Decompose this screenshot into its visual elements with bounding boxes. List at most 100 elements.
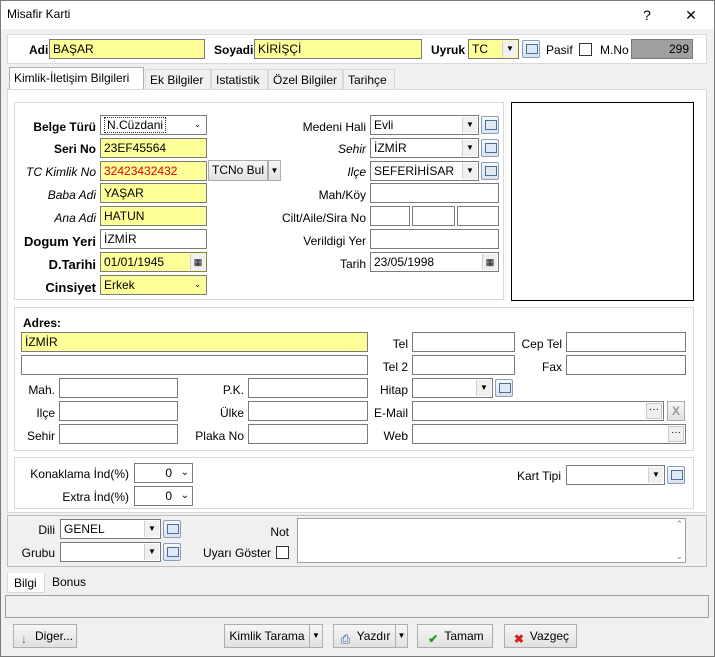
- chevron-down-icon[interactable]: ▼: [502, 41, 517, 57]
- mno-field: 299: [631, 39, 693, 59]
- fax-label: Fax: [541, 360, 562, 374]
- dogum-yeri-input[interactable]: İZMİR: [100, 229, 207, 249]
- adres-label: Adres:: [23, 316, 62, 330]
- chevron-down-icon[interactable]: ⌄: [190, 277, 205, 293]
- tel-input[interactable]: [412, 332, 515, 352]
- uyruk-select[interactable]: TC ▼: [468, 39, 519, 59]
- dili-select[interactable]: GENEL ▼: [60, 519, 161, 539]
- dili-lookup-icon[interactable]: [163, 520, 181, 538]
- tel2-input[interactable]: [412, 355, 515, 375]
- tab-ozel-bilgiler[interactable]: Özel Bilgiler: [268, 69, 343, 89]
- tamam-button[interactable]: ✔ Tamam: [417, 624, 493, 648]
- seri-no-input[interactable]: 23EF45564: [100, 138, 207, 158]
- scroll-down-icon[interactable]: ⌄: [675, 551, 683, 562]
- mah-koy-label: Mah/Köy: [318, 188, 366, 202]
- hitap-label: Hitap: [379, 383, 408, 397]
- yazdir-button[interactable]: ⎙ Yazdır: [333, 624, 396, 648]
- cilt-no-input[interactable]: [370, 206, 410, 226]
- tab-kimlik-iletisim[interactable]: Kimlik-İletişim Bilgileri: [9, 67, 144, 90]
- medeni-hali-lookup-icon[interactable]: [481, 116, 499, 134]
- kart-tipi-select[interactable]: ▼: [566, 465, 665, 485]
- sira-no-input[interactable]: [457, 206, 499, 226]
- tarih-input[interactable]: 23/05/1998 ▦: [370, 252, 499, 272]
- ana-adi-input[interactable]: HATUN: [100, 206, 207, 226]
- verildigi-yer-input[interactable]: [370, 229, 499, 249]
- calendar-icon[interactable]: ▦: [190, 254, 205, 270]
- adres-line2-input[interactable]: [21, 355, 368, 375]
- pk-input[interactable]: [248, 378, 368, 398]
- tab-bonus[interactable]: Bonus: [47, 573, 92, 592]
- soyadi-input[interactable]: KİRİŞÇİ: [254, 39, 422, 59]
- hitap-select[interactable]: ▼: [412, 378, 493, 398]
- cep-tel-input[interactable]: [566, 332, 686, 352]
- ilce-label: Ilçe: [347, 165, 366, 179]
- extra-ind-spinner[interactable]: 0 ⌄: [134, 486, 193, 506]
- chevron-down-icon[interactable]: ▼: [462, 140, 477, 156]
- dtarihi-input[interactable]: 01/01/1945 ▦: [100, 252, 207, 272]
- help-button[interactable]: ?: [637, 5, 657, 25]
- medeni-hali-select[interactable]: Evli ▼: [370, 115, 479, 135]
- belge-turu-select[interactable]: N.Cüzdani ⌄: [100, 115, 207, 135]
- tab-istatistik[interactable]: Istatistik: [211, 69, 268, 89]
- grubu-select[interactable]: ▼: [60, 542, 161, 562]
- ana-adi-label: Ana Adi: [54, 211, 96, 225]
- email-input[interactable]: ···: [412, 401, 664, 421]
- tab-tarihce[interactable]: Tarihçe: [343, 69, 395, 89]
- vazgec-button[interactable]: ✖ Vazgeç: [504, 624, 577, 648]
- grubu-lookup-icon[interactable]: [163, 543, 181, 561]
- chevron-down-icon[interactable]: ▼: [144, 544, 159, 560]
- tab-bilgi[interactable]: Bilgi: [7, 573, 45, 593]
- yazdir-dropdown-icon[interactable]: ▼: [395, 624, 408, 648]
- adi-input[interactable]: BAŞAR: [49, 39, 205, 59]
- kart-tipi-lookup-icon[interactable]: [667, 466, 685, 484]
- chevron-down-icon[interactable]: ⌄: [181, 464, 189, 482]
- plaka-no-input[interactable]: [248, 424, 368, 444]
- uyruk-lookup-icon[interactable]: [522, 40, 540, 58]
- chevron-down-icon[interactable]: ▼: [462, 163, 477, 179]
- chevron-down-icon[interactable]: ▼: [648, 467, 663, 483]
- web-input[interactable]: ···: [412, 424, 686, 444]
- soyadi-label: Soyadi: [214, 43, 254, 57]
- chevron-down-icon[interactable]: ▼: [462, 117, 477, 133]
- mah-koy-input[interactable]: [370, 183, 499, 203]
- ellipsis-icon[interactable]: ···: [668, 426, 684, 442]
- chevron-down-icon[interactable]: ⌄: [181, 487, 189, 505]
- chevron-down-icon[interactable]: ▼: [476, 380, 491, 396]
- baba-adi-input[interactable]: YAŞAR: [100, 183, 207, 203]
- mah-input[interactable]: [59, 378, 178, 398]
- not-label: Not: [270, 525, 289, 539]
- adres-line1-input[interactable]: İZMİR: [21, 332, 368, 352]
- photo-box[interactable]: [511, 102, 694, 301]
- konaklama-ind-spinner[interactable]: 0 ⌄: [134, 463, 193, 483]
- hitap-lookup-icon[interactable]: [495, 379, 513, 397]
- ilce-lookup-icon[interactable]: [481, 162, 499, 180]
- kimlik-tarama-button[interactable]: Kimlik Tarama: [224, 624, 310, 648]
- sehir-select[interactable]: İZMİR ▼: [370, 138, 479, 158]
- ulke-input[interactable]: [248, 401, 368, 421]
- close-icon[interactable]: ✕: [681, 5, 701, 25]
- chevron-down-icon[interactable]: ⌄: [190, 117, 205, 133]
- clear-email-icon[interactable]: X: [667, 401, 685, 421]
- not-memo[interactable]: ⌃ ⌄: [297, 518, 686, 563]
- sehir-lookup-icon[interactable]: [481, 139, 499, 157]
- diger-button[interactable]: ↓ Diger...: [13, 624, 77, 648]
- ilce-adres-input[interactable]: [59, 401, 178, 421]
- title-bar: Misafir Karti ? ✕: [1, 1, 714, 29]
- tab-ek-bilgiler[interactable]: Ek Bilgiler: [145, 69, 211, 89]
- mno-label: M.No: [600, 43, 629, 57]
- pasif-checkbox[interactable]: [579, 43, 592, 56]
- kimlik-tarama-dropdown-icon[interactable]: ▼: [309, 624, 323, 648]
- medeni-hali-label: Medeni Hali: [302, 120, 366, 134]
- aile-no-input[interactable]: [412, 206, 455, 226]
- cilt-aile-sira-label: Cilt/Aile/Sira No: [281, 211, 366, 225]
- cinsiyet-select[interactable]: Erkek ⌄: [100, 275, 207, 295]
- sehir-adres-input[interactable]: [59, 424, 178, 444]
- scroll-up-icon[interactable]: ⌃: [675, 519, 683, 530]
- calendar-icon[interactable]: ▦: [482, 254, 497, 270]
- ellipsis-icon[interactable]: ···: [646, 403, 662, 419]
- chevron-down-icon[interactable]: ▼: [144, 521, 159, 537]
- ilce-select[interactable]: SEFERİHİSAR ▼: [370, 161, 479, 181]
- tc-kimlik-input[interactable]: 32423432432: [100, 161, 207, 181]
- uyari-goster-checkbox[interactable]: [276, 546, 289, 559]
- fax-input[interactable]: [566, 355, 686, 375]
